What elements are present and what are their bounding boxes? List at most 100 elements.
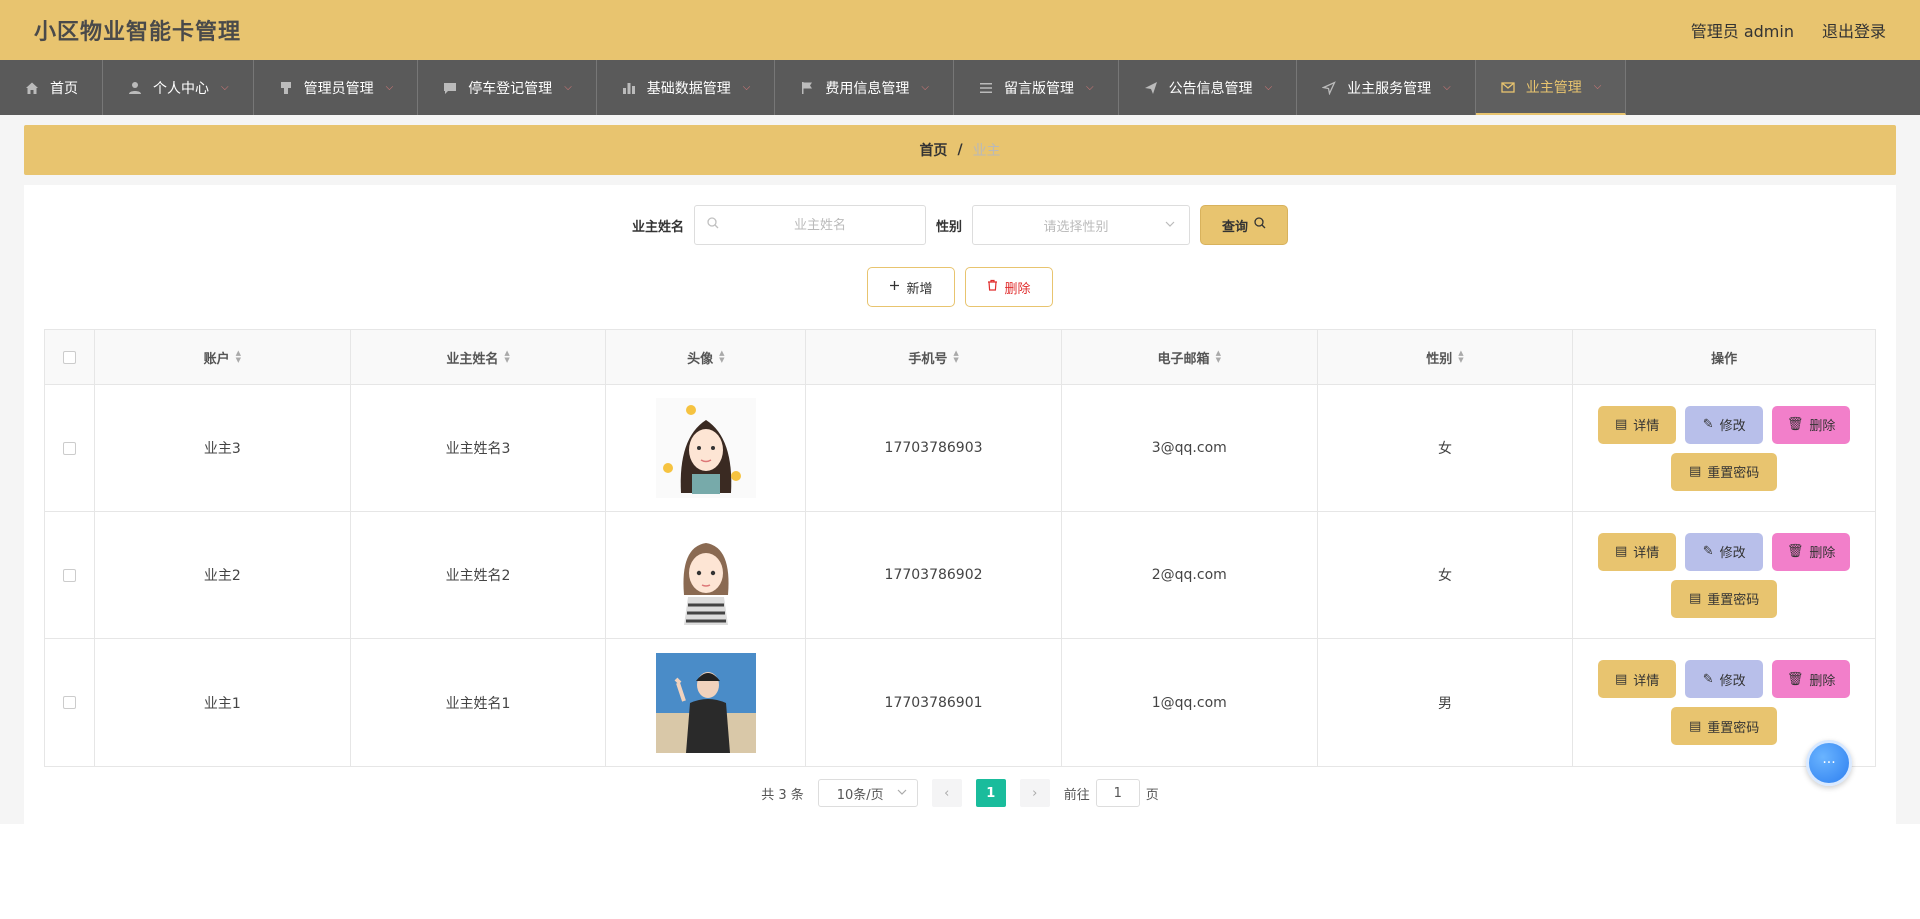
nav-item-messages[interactable]: 留言版管理 ⌵ <box>954 60 1119 115</box>
search-form: 业主姓名 性别 请选择性别 查询 <box>44 205 1876 245</box>
actions-cell: ▤ 详情 ✎ 修改 🗑 删除 ▤ 重置密码 <box>1573 512 1875 638</box>
column-header-actions: 操作 <box>1573 330 1875 384</box>
sort-icon[interactable]: ▲ ▼ <box>953 350 958 364</box>
column-header-avatar[interactable]: 头像 ▲ ▼ <box>606 330 807 384</box>
delete-button[interactable]: 🗑 删除 <box>1772 660 1851 698</box>
avatar[interactable] <box>655 525 756 625</box>
trash-icon: 🗑 <box>1786 544 1804 559</box>
reset-password-button[interactable]: ▤ 重置密码 <box>1671 579 1778 618</box>
home-icon <box>24 80 40 96</box>
row-checkbox[interactable] <box>62 441 76 455</box>
row-checkbox[interactable] <box>62 568 76 582</box>
pagination: 共 3 条 10条/页 ‹ 1 › 前往 1 页 <box>44 779 1876 807</box>
gender-select[interactable]: 请选择性别 <box>972 205 1191 245</box>
nav-item-basedata[interactable]: 基础数据管理 ⌵ <box>597 60 776 115</box>
nav-label: 费用信息管理 <box>825 80 910 97</box>
nav-item-home[interactable]: 首页 <box>0 60 103 115</box>
document-icon: ▤ <box>1689 591 1702 606</box>
prev-page-button[interactable]: ‹ <box>931 779 962 807</box>
select-all-cell <box>45 330 95 384</box>
nav-item-personal[interactable]: 个人中心 ⌵ <box>103 60 254 115</box>
header-label: 头像 <box>687 351 714 367</box>
content-panel: 业主姓名 性别 请选择性别 查询 新增 删除 <box>24 185 1896 828</box>
edit-button[interactable]: ✎ 修改 <box>1685 405 1764 444</box>
reset-password-button[interactable]: ▤ 重置密码 <box>1671 707 1778 745</box>
detail-button[interactable]: ▤ 详情 <box>1598 532 1677 571</box>
owner-name-input[interactable] <box>727 217 913 233</box>
row-checkbox[interactable] <box>62 696 76 709</box>
nav-item-fees[interactable]: 费用信息管理 ⌵ <box>775 60 954 115</box>
logout-button[interactable]: 退出登录 <box>1822 18 1886 42</box>
phone-cell: 17703786902 <box>806 512 1062 638</box>
actions-cell: ▤ 详情 ✎ 修改 🗑 删除 ▤ 重置密码 <box>1573 385 1875 511</box>
mail-icon <box>1500 79 1516 95</box>
chevron-down-icon: ⌵ <box>1593 81 1602 92</box>
chevron-down-icon: ⌵ <box>221 82 229 93</box>
sort-icon[interactable]: ▲ ▼ <box>236 350 241 364</box>
name-cell: 业主姓名2 <box>351 512 607 638</box>
add-button[interactable]: 新增 <box>867 267 955 307</box>
row-select-cell <box>45 385 95 511</box>
document-icon: ▤ <box>1689 718 1702 734</box>
sort-icon[interactable]: ▲ ▼ <box>1458 350 1463 364</box>
avatar-cell <box>606 639 807 766</box>
main-area: 首页 / 业主 业主姓名 性别 请选择性别 查询 新增 <box>0 115 1920 828</box>
add-label: 新增 <box>906 281 933 297</box>
column-header-phone[interactable]: 手机号 ▲ ▼ <box>806 330 1062 384</box>
nav-item-parking[interactable]: 停车登记管理 ⌵ <box>418 60 597 115</box>
page-number-current[interactable]: 1 <box>975 779 1006 807</box>
reset-password-button[interactable]: ▤ 重置密码 <box>1671 452 1778 491</box>
select-all-checkbox[interactable] <box>62 350 76 364</box>
page-size-select[interactable]: 10条/页 <box>817 779 918 807</box>
goto-page-input[interactable]: 1 <box>1095 779 1140 807</box>
chat-icon <box>442 80 458 96</box>
table-row: 业主2 业主姓名2 17703786902 2@qq.com 女 ▤ 详情 ✎ 修改… <box>45 512 1875 639</box>
edit-label: 修改 <box>1719 673 1746 689</box>
owner-table: 账户 ▲ ▼ 业主姓名 ▲ ▼ 头像 ▲ ▼ 手机号 ▲ ▼ 电子邮箱 ▲ ▼ 性别 ▲ ▼ 操作 业主… <box>44 329 1876 767</box>
column-header-email[interactable]: 电子邮箱 ▲ ▼ <box>1062 330 1318 384</box>
chevron-down-icon: ⌵ <box>564 82 572 93</box>
edit-button[interactable]: ✎ 修改 <box>1685 660 1764 698</box>
pencil-icon: ✎ <box>1702 671 1714 687</box>
avatar[interactable] <box>655 398 756 498</box>
name-cell: 业主姓名3 <box>351 385 607 511</box>
app-title: 小区物业智能卡管理 <box>34 20 242 45</box>
column-header-account[interactable]: 账户 ▲ ▼ <box>95 330 351 384</box>
detail-button[interactable]: ▤ 详情 <box>1598 660 1677 698</box>
gender-cell: 男 <box>1318 639 1574 766</box>
nav-item-owner-service[interactable]: 业主服务管理 ⌵ <box>1297 60 1476 115</box>
batch-delete-button[interactable]: 删除 <box>965 267 1053 307</box>
next-page-button[interactable]: › <box>1019 779 1050 807</box>
owner-name-label: 业主姓名 <box>631 219 684 235</box>
column-header-name[interactable]: 业主姓名 ▲ ▼ <box>351 330 607 384</box>
admin-user-label[interactable]: 管理员 admin <box>1691 18 1794 42</box>
nav-item-owner[interactable]: 业主管理 ⌵ <box>1475 60 1627 115</box>
query-button[interactable]: 查询 <box>1200 205 1289 245</box>
search-icon <box>707 217 719 233</box>
delete-button[interactable]: 🗑 删除 <box>1772 405 1851 444</box>
flag-icon <box>799 80 815 96</box>
detail-button[interactable]: ▤ 详情 <box>1598 405 1677 444</box>
floating-assistant-button[interactable]: ··· <box>1806 740 1852 786</box>
nav-item-admin[interactable]: 管理员管理 ⌵ <box>254 60 419 115</box>
nav-label: 业主服务管理 <box>1347 80 1432 97</box>
header-label: 操作 <box>1711 351 1738 367</box>
pencil-icon: ✎ <box>1702 544 1714 559</box>
email-cell: 3@qq.com <box>1062 385 1318 511</box>
delete-button[interactable]: 🗑 删除 <box>1772 532 1851 571</box>
sort-icon[interactable]: ▲ ▼ <box>1216 350 1221 364</box>
edit-button[interactable]: ✎ 修改 <box>1685 532 1764 571</box>
nav-label: 业主管理 <box>1525 79 1582 96</box>
chevron-down-icon: ⌵ <box>1443 82 1451 93</box>
sort-icon[interactable]: ▲ ▼ <box>719 350 724 364</box>
query-label: 查询 <box>1222 219 1249 235</box>
nav-item-notices[interactable]: 公告信息管理 ⌵ <box>1119 60 1298 115</box>
sort-icon[interactable]: ▲ ▼ <box>504 350 509 364</box>
breadcrumb-home[interactable]: 首页 <box>919 140 947 160</box>
email-cell: 2@qq.com <box>1062 512 1318 638</box>
user-icon <box>127 80 143 96</box>
column-header-gender[interactable]: 性别 ▲ ▼ <box>1318 330 1574 384</box>
avatar[interactable] <box>655 652 756 753</box>
edit-label: 修改 <box>1719 419 1746 434</box>
action-bar: 新增 删除 <box>44 267 1876 307</box>
